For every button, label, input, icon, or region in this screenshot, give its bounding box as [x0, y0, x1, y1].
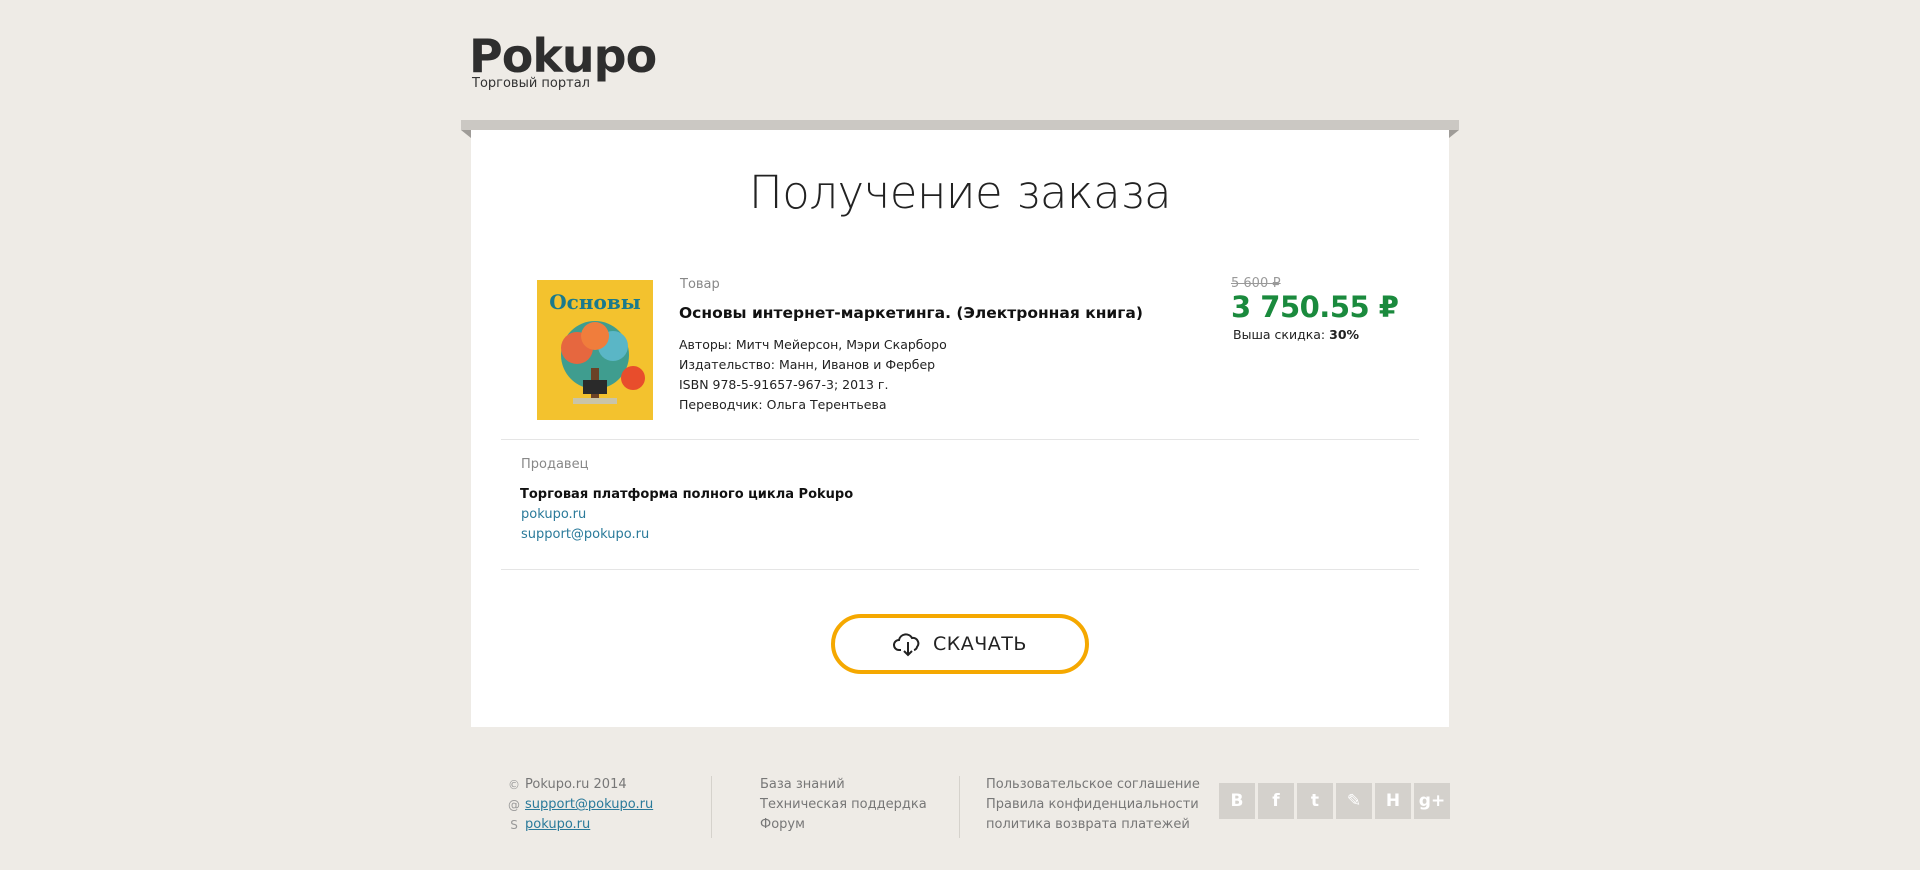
footer-link-knowledge-base[interactable]: База знаний [760, 775, 927, 795]
habr-icon[interactable]: H [1375, 783, 1411, 819]
discount: Выша скидка: 30% [1233, 327, 1359, 342]
book-cover-image: Основы [537, 280, 653, 420]
facebook-icon[interactable]: f [1258, 783, 1294, 819]
twitter-icon[interactable]: t [1297, 783, 1333, 819]
discount-value: 30% [1329, 327, 1360, 342]
divider [501, 439, 1419, 440]
product-isbn: ISBN 978-5-91657-967-3; 2013 г. [679, 377, 889, 392]
livejournal-icon[interactable]: ✎ [1336, 783, 1372, 819]
new-price: 3 750.55 ₽ [1231, 290, 1399, 324]
footer-copyright: Pokupo.ru 2014 [525, 777, 627, 792]
header: Pokupo Торговый портал [469, 30, 657, 91]
product-authors: Авторы: Митч Мейерсон, Мэри Скарборо [679, 337, 947, 352]
footer-skype-link[interactable]: pokupo.ru [525, 815, 590, 835]
footer-email-link[interactable]: support@pokupo.ru [525, 795, 653, 815]
seller-label: Продавец [521, 457, 589, 472]
vk-icon[interactable]: B [1219, 783, 1255, 819]
product-name: Основы интернет-маркетинга. (Электронная… [679, 304, 1143, 322]
paper-top-bar [461, 120, 1459, 138]
book-cover-title: Основы [549, 290, 641, 314]
cloud-download-icon [893, 633, 920, 657]
order-card: Получение заказа Основы Товар Основы инт… [471, 130, 1449, 727]
copyright-icon: © [508, 778, 520, 792]
seller-email-link[interactable]: support@pokupo.ru [521, 527, 649, 542]
footer-separator [959, 776, 960, 838]
footer-link-refund-policy[interactable]: политика возврата платежей [986, 815, 1200, 835]
logo[interactable]: Pokupo [469, 30, 657, 82]
footer-link-support[interactable]: Техническая поддердка [760, 795, 927, 815]
download-button[interactable]: СКАЧАТЬ [831, 614, 1089, 674]
old-price: 5 600 ₽ [1231, 276, 1281, 291]
divider [501, 569, 1419, 570]
googleplus-icon[interactable]: g+ [1414, 783, 1450, 819]
product-translator: Переводчик: Ольга Терентьева [679, 397, 887, 412]
paper-torn-edge [471, 722, 1449, 732]
footer-contacts: © Pokupo.ru 2014 @ support@pokupo.ru S p… [507, 775, 653, 835]
footer-link-privacy[interactable]: Правила конфиденциальности [986, 795, 1200, 815]
footer-legal-links: Пользовательское соглашение Правила конф… [986, 775, 1200, 835]
footer-help-links: База знаний Техническая поддердка Форум [760, 775, 927, 835]
at-icon: @ [508, 798, 520, 812]
footer-link-user-agreement[interactable]: Пользовательское соглашение [986, 775, 1200, 795]
page-title: Получение заказа [748, 166, 1172, 219]
download-button-label: СКАЧАТЬ [933, 633, 1027, 655]
product-label: Товар [680, 277, 720, 292]
skype-icon: S [510, 818, 518, 832]
seller-name: Торговая платформа полного цикла Pokupo [520, 487, 854, 502]
seller-site-link[interactable]: pokupo.ru [521, 507, 586, 522]
footer-separator [711, 776, 712, 838]
social-links: B f t ✎ H g+ [1219, 783, 1450, 819]
footer-link-forum[interactable]: Форум [760, 815, 927, 835]
discount-label: Выша скидка: [1233, 327, 1326, 342]
product-publisher: Издательство: Манн, Иванов и Фербер [679, 357, 936, 372]
